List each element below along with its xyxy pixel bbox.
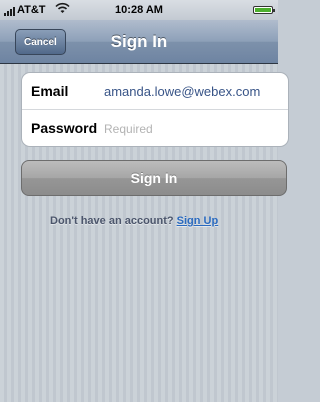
- content-area: Email amanda.lowe@webex.com Password Sig…: [0, 64, 289, 402]
- sign-in-form: Email amanda.lowe@webex.com Password: [21, 72, 289, 147]
- sign-in-button[interactable]: Sign In: [21, 160, 287, 196]
- page-title: Sign In: [110, 32, 168, 51]
- email-field[interactable]: amanda.lowe@webex.com: [104, 84, 260, 99]
- password-label: Password: [31, 120, 98, 136]
- battery-level: [255, 8, 271, 12]
- sign-up-prompt: Don't have an account? Sign Up: [50, 215, 218, 227]
- password-row[interactable]: Password: [22, 109, 288, 146]
- sign-up-prompt-text: Don't have an account?: [50, 215, 174, 227]
- battery-icon: [253, 6, 275, 14]
- status-bar: AT&T 10:28 AM: [0, 0, 278, 20]
- status-time: 10:28 AM: [115, 4, 163, 16]
- password-field[interactable]: [104, 119, 274, 139]
- email-row[interactable]: Email amanda.lowe@webex.com: [22, 73, 288, 109]
- sign-up-link[interactable]: Sign Up: [177, 215, 219, 227]
- email-label: Email: [31, 83, 69, 99]
- navigation-bar: Cancel Sign In: [0, 20, 278, 64]
